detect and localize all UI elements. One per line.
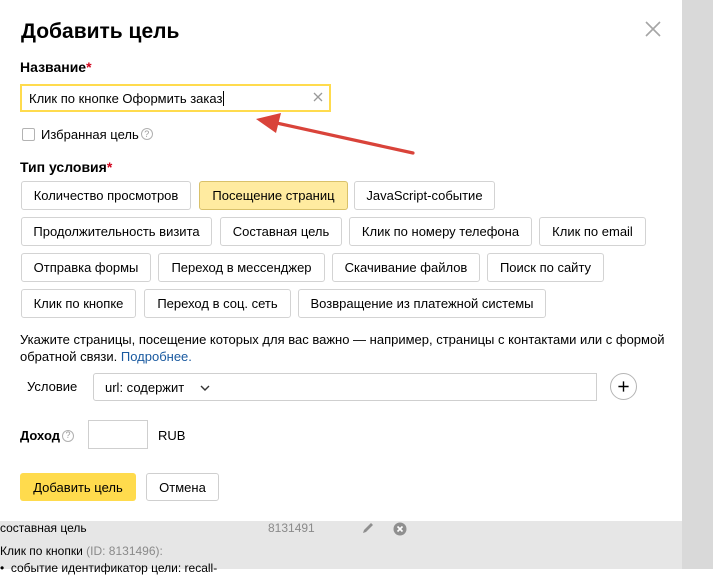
chip-page-visit[interactable]: Посещение страниц [199, 181, 348, 210]
favorite-label: Избранная цель [41, 126, 139, 142]
cancel-button[interactable]: Отмена [146, 473, 219, 501]
currency-label: RUB [158, 428, 186, 443]
bg-goal-title-text: Клик по кнопки [0, 544, 83, 558]
plus-icon[interactable] [610, 373, 637, 400]
chip-email-click[interactable]: Клик по email [539, 217, 646, 246]
condition-description: Укажите страницы, посещение которых для … [20, 331, 670, 365]
favorite-checkbox[interactable] [22, 127, 35, 141]
required-mark: * [86, 59, 92, 75]
chip-phone-click[interactable]: Клик по номеру телефона [349, 217, 532, 246]
required-mark: * [106, 159, 113, 175]
clear-icon[interactable] [311, 90, 325, 104]
name-label-text: Название [20, 59, 87, 75]
bg-goal-title: Клик по кнопки (ID: 8131496): [0, 544, 163, 558]
chip-button-click[interactable]: Клик по кнопке [21, 289, 136, 318]
income-label-text: Доход [20, 428, 60, 443]
chip-payment-return[interactable]: Возвращение из платежной системы [298, 289, 546, 318]
income-input[interactable] [88, 420, 148, 449]
chip-visit-duration[interactable]: Продолжительность визита [21, 217, 212, 246]
condition-type-label-text: Тип условия [20, 159, 107, 175]
delete-circle-icon[interactable] [393, 522, 407, 536]
learn-more-link[interactable]: Подробнее. [121, 349, 192, 364]
bg-goal-id: 8131491 [268, 521, 315, 535]
modal-title: Добавить цель [21, 20, 180, 43]
bg-goal-type: составная цель [0, 521, 87, 535]
chevron-down-icon [200, 385, 210, 391]
condition-select[interactable]: url: содержит [93, 373, 221, 401]
red-arrow [256, 113, 415, 155]
income-label: Доход ? [20, 428, 74, 443]
help-icon[interactable]: ? [140, 128, 153, 140]
favorite-goal-row[interactable]: Избранная цель ? [22, 125, 153, 143]
chip-js-event[interactable]: JavaScript-событие [354, 181, 495, 210]
help-icon[interactable]: ? [61, 429, 74, 442]
bg-goal-title-id: (ID: 8131496): [86, 544, 163, 558]
url-input[interactable] [220, 373, 597, 401]
chip-form-submit[interactable]: Отправка формы [21, 253, 151, 282]
add-goal-button[interactable]: Добавить цель [20, 473, 136, 501]
name-label: Название* [20, 59, 92, 75]
overlay-strip [682, 0, 713, 569]
pencil-icon[interactable] [361, 521, 375, 535]
bg-goal-detail-text: событие идентификатор цели: recall- [10, 561, 218, 575]
chip-composite-goal[interactable]: Составная цель [220, 217, 342, 246]
goal-name-input[interactable]: Клик по кнопке Оформить заказ [20, 84, 331, 112]
description-text: Укажите страницы, посещение которых для … [20, 332, 665, 364]
chip-messenger[interactable]: Переход в мессенджер [158, 253, 325, 282]
close-icon[interactable] [642, 18, 664, 40]
text-caret [223, 91, 225, 106]
bg-goal-detail: • событие идентификатор цели: recall- [0, 561, 218, 575]
condition-label: Условие [27, 379, 78, 394]
chip-pageviews[interactable]: Количество просмотров [21, 181, 191, 210]
add-goal-modal: Добавить цель Название* Клик по кнопке О… [0, 0, 682, 521]
chip-file-download[interactable]: Скачивание файлов [332, 253, 480, 282]
condition-select-value: url: содержит [105, 379, 185, 395]
goal-name-value: Клик по кнопке Оформить заказ [29, 91, 223, 106]
chip-social-network[interactable]: Переход в соц. сеть [144, 289, 291, 318]
chip-site-search[interactable]: Поиск по сайту [487, 253, 604, 282]
condition-type-label: Тип условия* [20, 159, 112, 175]
